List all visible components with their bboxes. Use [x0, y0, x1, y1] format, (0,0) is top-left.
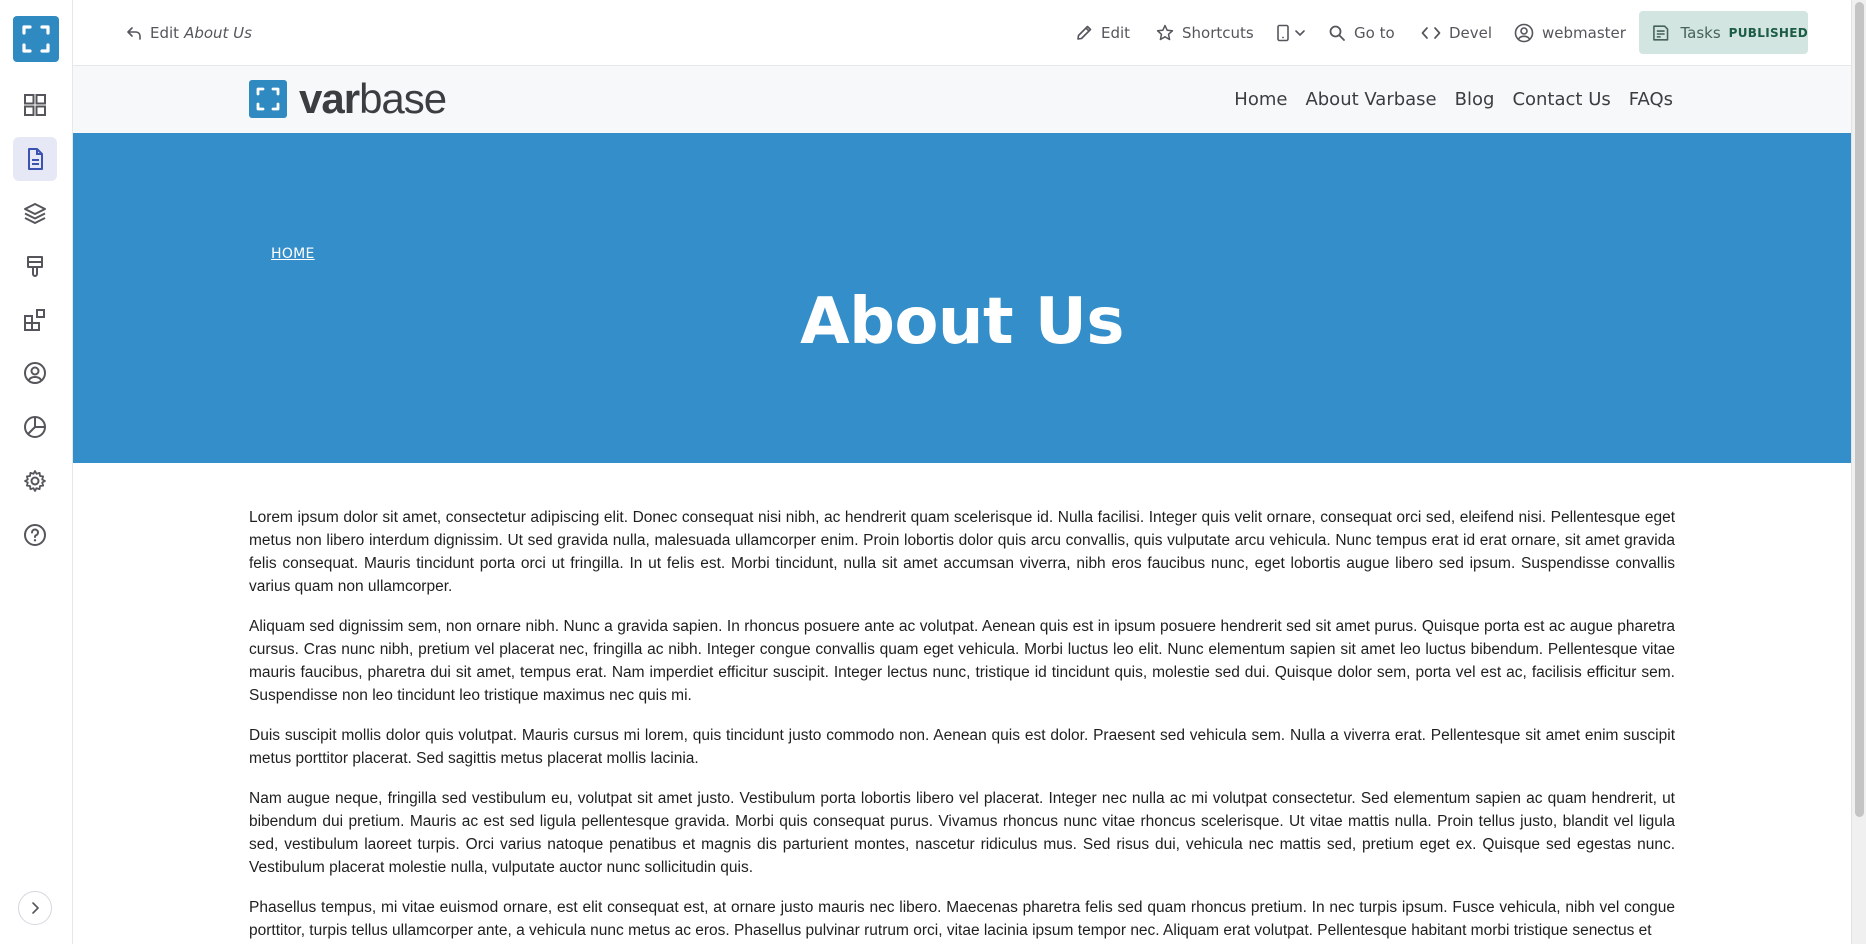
tasks-button[interactable]: Tasks PUBLISHED	[1639, 11, 1808, 54]
edit-label: Edit	[1101, 24, 1131, 42]
varbase-logo[interactable]	[13, 16, 59, 62]
sidebar-item-extend[interactable]	[13, 298, 57, 342]
mobile-device-icon	[1277, 24, 1289, 42]
sidebar-item-appearance[interactable]	[13, 244, 57, 288]
sidebar-item-dashboard[interactable]	[13, 83, 57, 127]
body-paragraph: Phasellus tempus, mi vitae euismod ornar…	[249, 899, 1675, 939]
brand-wordmark: varbase	[299, 78, 447, 120]
back-edit-title: About Us	[184, 24, 252, 42]
extend-icon	[24, 309, 45, 331]
chevron-right-icon	[32, 902, 39, 914]
tasks-icon	[1653, 24, 1669, 41]
search-icon	[1329, 25, 1345, 41]
page-title: About Us	[800, 285, 1124, 359]
nav-home[interactable]: Home	[1234, 89, 1287, 110]
appearance-icon	[27, 256, 43, 277]
breadcrumb-home[interactable]: HOME	[271, 246, 315, 262]
main-navigation: Home About Varbase Blog Contact Us FAQs	[1216, 66, 1673, 133]
page-body: Lorem ipsum dolor sit amet, consectetur …	[249, 506, 1675, 944]
tasks-label: Tasks	[1680, 23, 1721, 42]
sidebar-item-people[interactable]	[13, 351, 57, 395]
content-icon	[28, 148, 43, 170]
brand-mark-icon	[249, 80, 287, 118]
people-icon	[24, 362, 46, 384]
scrollbar-thumb[interactable]	[1855, 2, 1864, 817]
pencil-icon	[1077, 25, 1092, 40]
reports-icon	[24, 416, 46, 438]
page-hero: HOME About Us	[73, 133, 1851, 463]
edit-button[interactable]: Edit	[1075, 0, 1130, 66]
body-paragraph: Aliquam sed dignissim sem, non ornare ni…	[249, 618, 1675, 704]
devel-button[interactable]: Devel	[1421, 0, 1492, 66]
admin-sidebar	[0, 0, 73, 944]
user-menu-button[interactable]: webmaster	[1514, 0, 1626, 66]
logo-frame-icon	[22, 25, 50, 53]
body-paragraph: Lorem ipsum dolor sit amet, consectetur …	[249, 509, 1675, 595]
nav-contact-us[interactable]: Contact Us	[1512, 89, 1610, 110]
back-to-edit-link[interactable]: Edit About Us	[126, 0, 252, 66]
page-scrollbar[interactable]	[1851, 0, 1866, 944]
structure-icon	[24, 203, 46, 224]
back-edit-label: Edit	[150, 24, 180, 42]
gear-icon	[24, 470, 46, 492]
sidebar-item-help[interactable]	[13, 513, 57, 557]
sidebar-item-reports[interactable]	[13, 405, 57, 449]
nav-faqs[interactable]: FAQs	[1629, 89, 1673, 110]
sidebar-item-configuration[interactable]	[13, 459, 57, 503]
star-icon	[1156, 24, 1174, 41]
publish-status-badge: PUBLISHED	[1728, 25, 1808, 40]
site-header: varbase Home About Varbase Blog Contact …	[73, 66, 1851, 133]
help-icon	[24, 524, 46, 546]
sidebar-item-structure[interactable]	[13, 191, 57, 235]
user-circle-icon	[1514, 23, 1534, 43]
devel-label: Devel	[1449, 24, 1493, 42]
code-icon	[1421, 27, 1441, 39]
user-name: webmaster	[1542, 24, 1626, 42]
site-brand-link[interactable]: varbase	[249, 78, 447, 120]
sidebar-expand-button[interactable]	[18, 891, 52, 925]
goto-label: Go to	[1354, 24, 1395, 42]
body-paragraph: Nam augue neque, fringilla sed vestibulu…	[249, 790, 1675, 876]
nav-about-varbase[interactable]: About Varbase	[1305, 89, 1436, 110]
goto-button[interactable]: Go to	[1328, 0, 1395, 66]
brand-wordmark-bold: var	[299, 75, 360, 122]
dashboard-icon	[24, 94, 46, 116]
body-paragraph: Duis suscipit mollis dolor quis volutpat…	[249, 727, 1675, 767]
brand-wordmark-light: base	[359, 75, 447, 122]
chevron-down-icon	[1295, 30, 1305, 37]
responsive-preview-button[interactable]	[1276, 0, 1314, 66]
shortcuts-button[interactable]: Shortcuts	[1156, 0, 1254, 66]
back-arrow-icon	[127, 27, 141, 40]
shortcuts-label: Shortcuts	[1182, 24, 1254, 42]
admin-toolbar: Edit About Us Edit Shortcuts Go to Devel…	[73, 0, 1851, 66]
nav-blog[interactable]: Blog	[1455, 89, 1495, 110]
sidebar-item-content[interactable]	[13, 137, 57, 181]
